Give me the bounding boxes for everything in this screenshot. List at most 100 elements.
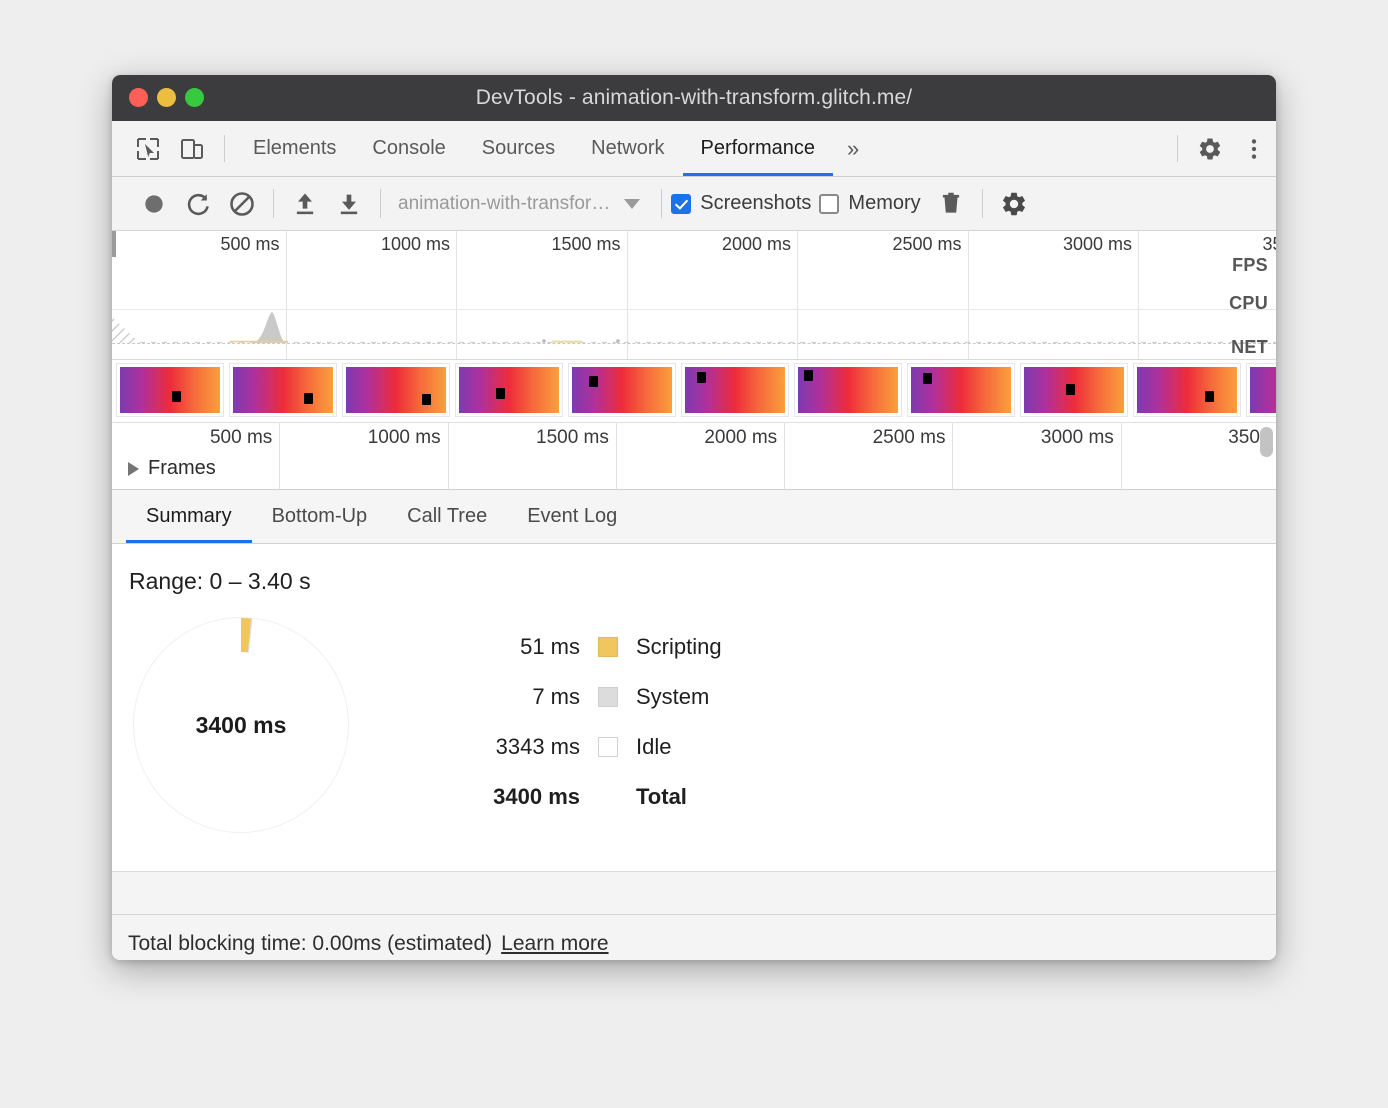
memory-checkbox[interactable]: Memory [819, 192, 920, 215]
zoom-button[interactable] [185, 88, 204, 107]
tab-bottom-up[interactable]: Bottom-Up [252, 490, 388, 543]
filmstrip-frame[interactable] [343, 364, 449, 416]
tab-network[interactable]: Network [573, 121, 682, 176]
reload-record-icon[interactable] [176, 182, 220, 226]
tab-network-label: Network [591, 137, 664, 160]
minimize-button[interactable] [157, 88, 176, 107]
download-profile-icon[interactable] [327, 182, 371, 226]
tab-elements-label: Elements [253, 137, 336, 160]
tab-performance-label: Performance [701, 137, 816, 160]
legend-row[interactable]: 7 msSystem [452, 672, 722, 722]
frames-track-label: Frames [148, 457, 216, 480]
animated-square [804, 370, 813, 381]
chevron-down-icon[interactable] [624, 199, 640, 209]
screenshots-checkbox[interactable]: Screenshots [671, 192, 811, 215]
flamechart-ruler-pane[interactable]: 500 ms1000 ms1500 ms2000 ms2500 ms3000 m… [112, 423, 1276, 490]
vertical-scrollbar-thumb[interactable] [1260, 427, 1273, 457]
legend-value: 7 ms [452, 684, 598, 710]
overview-lane-net-label: NET [1231, 337, 1268, 358]
flamechart-ruler-cell: 2000 ms [617, 423, 785, 489]
device-toolbar-icon[interactable] [170, 121, 214, 176]
tabbar-divider-right [1177, 135, 1178, 162]
filmstrip-frame[interactable] [1247, 364, 1276, 416]
more-vertical-icon[interactable] [1232, 121, 1276, 176]
tab-summary[interactable]: Summary [126, 490, 252, 543]
trash-icon[interactable] [929, 182, 973, 226]
record-circle-icon[interactable] [132, 182, 176, 226]
toolbar-divider-2 [380, 189, 381, 218]
learn-more-link[interactable]: Learn more [501, 932, 608, 956]
range-label: Range: 0 – 3.40 s [129, 568, 311, 595]
clear-prohibited-icon[interactable] [220, 182, 264, 226]
toolbar-divider-4 [982, 189, 983, 218]
close-button[interactable] [129, 88, 148, 107]
animated-square [496, 388, 505, 399]
filmstrip-frame[interactable] [456, 364, 562, 416]
filmstrip-frame[interactable] [682, 364, 788, 416]
activity-legend: 51 ms Scripting 7 msSystem3343 msIdle 3400 … [452, 622, 722, 822]
tab-elements[interactable]: Elements [235, 121, 354, 176]
legend-name: Scripting [636, 634, 722, 660]
summary-pane: Range: 0 – 3.40 s 3400 ms 51 ms Scripting… [112, 544, 1276, 872]
legend-value: 51 ms [452, 634, 598, 660]
tab-call-tree[interactable]: Call Tree [387, 490, 507, 543]
memory-checkbox-box[interactable] [819, 194, 839, 214]
animated-square [422, 394, 431, 405]
tab-console-label: Console [372, 137, 445, 160]
more-tabs-button[interactable]: » [833, 121, 873, 176]
recording-selector-label[interactable]: animation-with-transfor… [398, 193, 610, 215]
filmstrip-frame[interactable] [230, 364, 336, 416]
overview-lane-cpu-label: CPU [1229, 293, 1268, 314]
upload-profile-icon[interactable] [283, 182, 327, 226]
filmstrip-frame[interactable] [117, 364, 223, 416]
tabbar-right-group [1167, 121, 1276, 176]
flamechart-ruler-cell: 3000 ms [954, 423, 1122, 489]
legend-name: Idle [636, 734, 671, 760]
inspect-cursor-icon[interactable] [126, 121, 170, 176]
legend-swatch [598, 637, 618, 657]
activity-donut-chart: 3400 ms [133, 617, 349, 833]
legend-total-value: 3400 ms [452, 784, 598, 810]
filmstrip-frame-image [120, 367, 220, 413]
legend-row[interactable]: 3343 msIdle [452, 722, 722, 772]
filmstrip-frame-image [1024, 367, 1124, 413]
timeline-overview[interactable]: 500 ms1000 ms1500 ms2000 ms2500 ms3000 m… [112, 231, 1276, 360]
legend-row[interactable]: 51 ms Scripting [452, 622, 722, 672]
toolbar-divider-1 [273, 189, 274, 218]
flamechart-ruler-tick-label: 1000 ms [368, 427, 441, 449]
capture-settings-gear-icon[interactable] [992, 182, 1036, 226]
triangle-right-icon[interactable] [128, 462, 139, 476]
filmstrip-frame[interactable] [795, 364, 901, 416]
tab-console[interactable]: Console [354, 121, 463, 176]
screenshots-label: Screenshots [700, 192, 811, 215]
animated-square [304, 393, 313, 404]
tab-event-log[interactable]: Event Log [507, 490, 637, 543]
filmstrip-frame[interactable] [1021, 364, 1127, 416]
screenshots-checkbox-box[interactable] [671, 194, 691, 214]
filmstrip-frame[interactable] [908, 364, 1014, 416]
tabbar-divider [224, 135, 225, 162]
filmstrip-frame-image [346, 367, 446, 413]
gear-icon[interactable] [1188, 121, 1232, 176]
tab-sources[interactable]: Sources [464, 121, 573, 176]
donut-total-label: 3400 ms [196, 712, 287, 739]
animated-square [1066, 384, 1075, 395]
filmstrip-frame[interactable] [1134, 364, 1240, 416]
devtools-window: DevTools - animation-with-transform.glit… [112, 75, 1276, 960]
tab-event-log-label: Event Log [527, 505, 617, 528]
detail-tabbar: Summary Bottom-Up Call Tree Event Log [112, 490, 1276, 544]
memory-label: Memory [848, 192, 920, 215]
flamechart-ruler-tick-label: 1500 ms [536, 427, 609, 449]
filmstrip-frame-image [1137, 367, 1237, 413]
window-titlebar: DevTools - animation-with-transform.glit… [112, 75, 1276, 121]
devtools-tabbar: Elements Console Sources Network Perform… [112, 121, 1276, 177]
legend-total-swatch-placeholder [598, 787, 618, 807]
flamechart-ruler-tick-label: 2500 ms [873, 427, 946, 449]
animated-square [697, 372, 706, 383]
filmstrip-frame[interactable] [569, 364, 675, 416]
filmstrip-strip[interactable] [112, 360, 1276, 423]
tab-performance[interactable]: Performance [683, 121, 834, 176]
animated-square [923, 373, 932, 384]
legend-swatch [598, 687, 618, 707]
frames-track-header[interactable]: Frames [112, 457, 216, 480]
